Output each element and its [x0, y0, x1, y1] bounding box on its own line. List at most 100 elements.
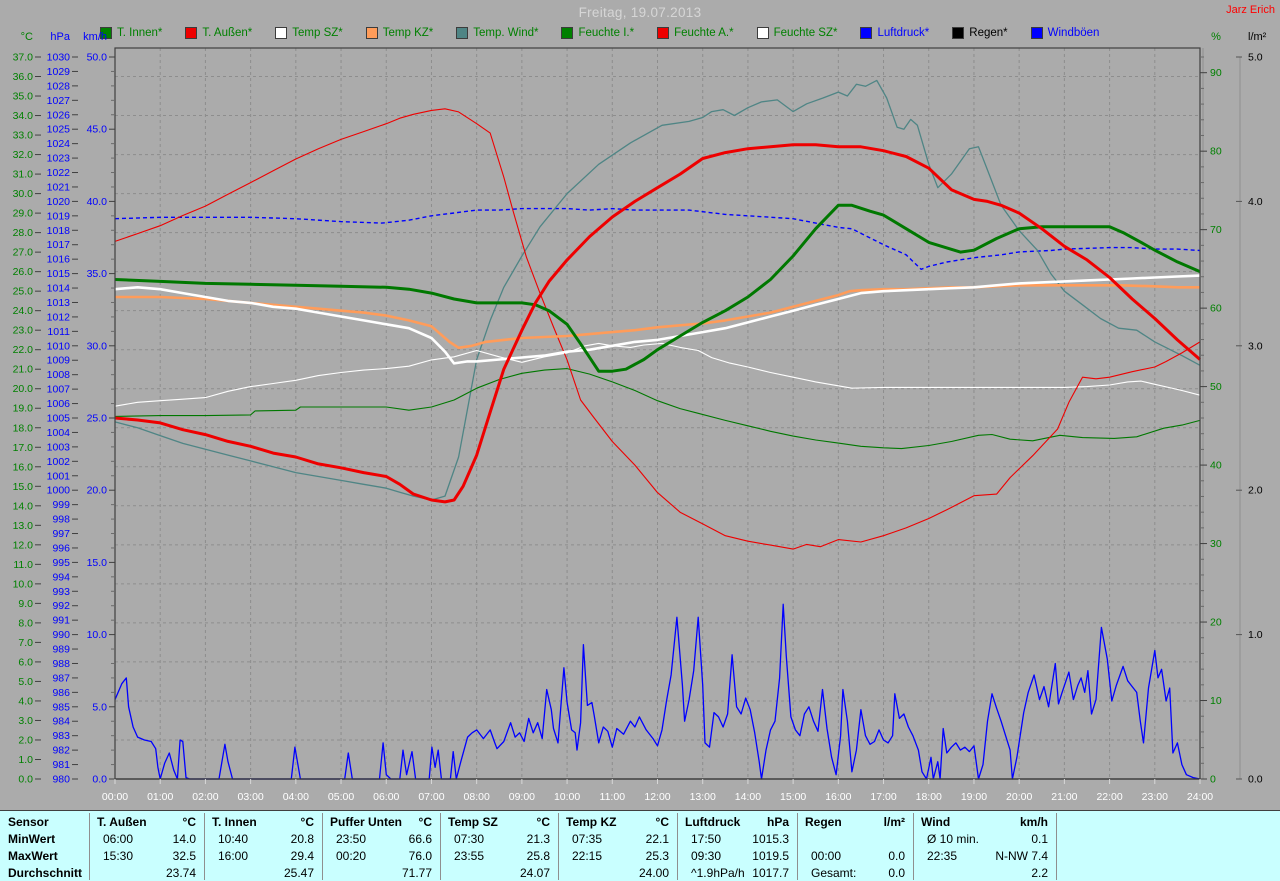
percent-tick-label: 50 [1210, 381, 1222, 393]
celsius-tick-label: 11.0 [13, 559, 33, 571]
hpa-tick-label: 1008 [47, 369, 71, 381]
table-separator [440, 813, 441, 880]
table-unit-puffer-unten: °C [418, 815, 432, 829]
hpa-tick-label: 990 [52, 629, 70, 641]
hpa-tick-label: 1017 [47, 239, 71, 251]
kmh-tick-label: 25.0 [87, 413, 108, 425]
celsius-tick-label: 21.0 [13, 364, 34, 376]
hpa-tick-label: 1009 [47, 355, 71, 367]
percent-tick-label: 0 [1210, 774, 1216, 786]
hpa-tick-label: 1027 [47, 95, 71, 107]
table-unit-t-au-en: °C [182, 815, 196, 829]
hpa-tick-label: 986 [52, 687, 70, 699]
celsius-tick-label: 35.0 [13, 91, 34, 103]
table-value-t-au-en: 23.74 [165, 866, 196, 880]
time-tick-label: 12:00 [644, 791, 670, 803]
time-tick-label: 11:00 [600, 791, 626, 803]
percent-tick-label: 10 [1210, 695, 1222, 707]
hpa-tick-label: 980 [52, 774, 70, 786]
time-tick-label: 10:00 [554, 791, 580, 803]
table-separator [89, 813, 90, 880]
table-value-temp-kz: 24.00 [638, 866, 669, 880]
hpa-tick-label: 1002 [47, 456, 71, 468]
celsius-tick-label: 33.0 [13, 130, 34, 142]
time-tick-label: 19:00 [961, 791, 987, 803]
celsius-tick-label: 6.0 [18, 656, 33, 668]
hpa-tick-label: 1018 [47, 225, 71, 237]
table-value-luftdruck: 1015.3 [752, 832, 789, 846]
celsius-tick-label: 29.0 [13, 208, 34, 220]
celsius-tick-label: 20.0 [13, 383, 34, 395]
table-value-regen: 0.0 [888, 849, 905, 863]
table-value-regen: 0.0 [888, 866, 905, 880]
hpa-tick-label: 982 [52, 745, 70, 757]
table-value-t-innen: 20.8 [290, 832, 314, 846]
celsius-tick-label: 22.0 [13, 344, 34, 356]
kmh-tick-label: 0.0 [92, 774, 107, 786]
celsius-tick-label: 25.0 [13, 286, 34, 298]
table-value-puffer-unten: 76.0 [408, 849, 432, 863]
hpa-tick-label: 999 [52, 499, 70, 511]
table-unit-wind: km/h [1019, 815, 1048, 829]
lm2-tick-label: 5.0 [1248, 52, 1263, 64]
time-tick-label: 16:00 [825, 791, 851, 803]
celsius-tick-label: 28.0 [13, 227, 34, 239]
table-separator [913, 813, 914, 880]
lm2-tick-label: 2.0 [1248, 485, 1263, 497]
hpa-tick-label: 1023 [47, 153, 71, 165]
lm2-tick-label: 1.0 [1248, 629, 1263, 641]
celsius-tick-label: 18.0 [13, 422, 34, 434]
time-tick-label: 15:00 [780, 791, 806, 803]
celsius-tick-label: 0.0 [18, 774, 33, 786]
hpa-tick-label: 1019 [47, 210, 71, 222]
time-tick-label: 07:00 [418, 791, 444, 803]
hpa-tick-label: 1006 [47, 398, 71, 410]
axis-kmh [109, 56, 115, 780]
time-tick-label: 20:00 [1006, 791, 1032, 803]
hpa-tick-label: 1003 [47, 441, 71, 453]
celsius-tick-label: 13.0 [13, 520, 34, 532]
hpa-tick-label: 994 [52, 571, 70, 583]
table-separator [677, 813, 678, 880]
percent-tick-label: 30 [1210, 538, 1222, 550]
celsius-tick-label: 4.0 [18, 695, 33, 707]
time-tick-label: 24:00 [1187, 791, 1213, 803]
kmh-tick-label: 40.0 [87, 196, 108, 208]
celsius-tick-label: 2.0 [18, 734, 33, 746]
table-value-t-au-en: 14.0 [172, 832, 196, 846]
time-tick-label: 23:00 [1142, 791, 1168, 803]
hpa-tick-label: 1015 [47, 268, 71, 280]
kmh-tick-label: 45.0 [87, 124, 108, 136]
time-tick-label: 17:00 [870, 791, 896, 803]
time-tick-label: 08:00 [464, 791, 490, 803]
hpa-tick-label: 1011 [47, 326, 70, 338]
time-tick-label: 05:00 [328, 791, 354, 803]
table-value-luftdruck: 1019.5 [752, 849, 789, 863]
hpa-tick-label: 1012 [47, 311, 71, 323]
table-unit-t-innen: °C [300, 815, 314, 829]
time-tick-label: 01:00 [147, 791, 173, 803]
celsius-tick-label: 30.0 [13, 188, 34, 200]
table-value-wind: N-NW 7.4 [995, 849, 1048, 863]
table-row-label: MaxWert [8, 849, 58, 863]
celsius-tick-label: 14.0 [13, 500, 34, 512]
hpa-tick-label: 1010 [47, 340, 71, 352]
kmh-tick-label: 20.0 [87, 485, 108, 497]
celsius-tick-label: 7.0 [18, 637, 33, 649]
axis-celsius [35, 56, 41, 780]
celsius-tick-label: 36.0 [13, 71, 34, 83]
hpa-tick-label: 989 [52, 644, 70, 656]
time-tick-label: 06:00 [373, 791, 399, 803]
hpa-tick-label: 1029 [47, 66, 71, 78]
time-tick-label: 14:00 [735, 791, 761, 803]
table-separator [204, 813, 205, 880]
table-value-temp-kz: 25.3 [645, 849, 669, 863]
table-unit-temp-sz: °C [536, 815, 550, 829]
percent-tick-label: 70 [1210, 224, 1222, 236]
table-separator [558, 813, 559, 880]
hpa-tick-label: 1021 [47, 181, 71, 193]
weather-station-window: Freitag, 19.07.2013 Jarz Erich T. Innen*… [0, 0, 1280, 881]
hpa-tick-label: 983 [52, 730, 70, 742]
hpa-tick-label: 1001 [47, 470, 71, 482]
table-value-wind: 0.1 [1031, 832, 1048, 846]
